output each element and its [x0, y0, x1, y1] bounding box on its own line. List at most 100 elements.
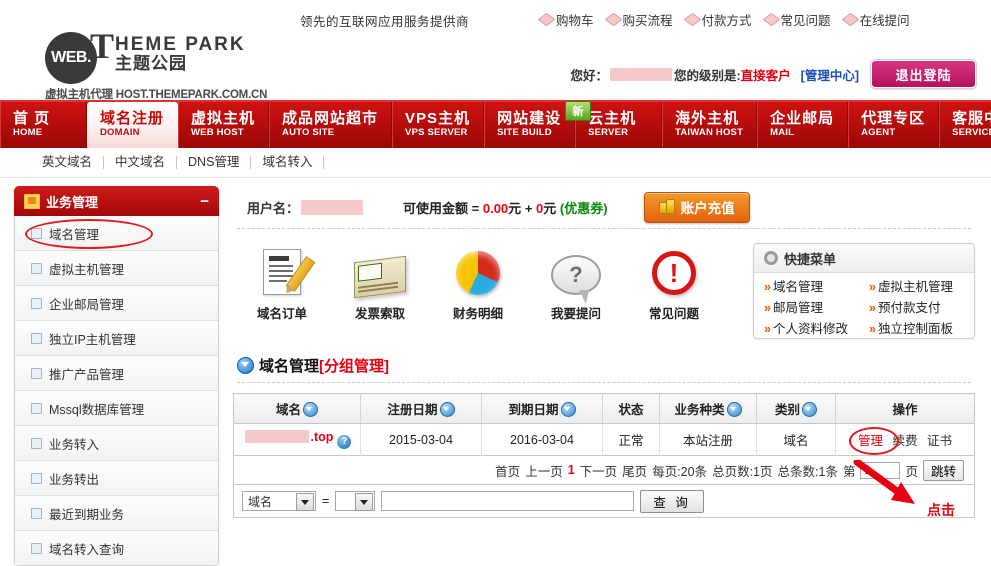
pager-jump-button[interactable]: 跳转	[923, 460, 964, 481]
pager-last[interactable]: 尾页	[622, 461, 647, 480]
pager-prev[interactable]: 上一页	[525, 461, 563, 480]
pager-first[interactable]: 首页	[495, 461, 520, 480]
chevron-down-icon[interactable]	[296, 493, 314, 511]
nav-label-cn: 企业邮局	[770, 111, 834, 127]
subnav-item-domain-transfer-in[interactable]: 域名转入	[251, 156, 324, 169]
nav-label-cn: VPS主机	[405, 111, 470, 127]
top-utility-nav: 购物车 购买流程 付款方式 常见问题 在线提问	[535, 10, 916, 29]
quick-link-prepaid-payment[interactable]: »预付款支付	[869, 298, 974, 319]
col-kind[interactable]: 业务种类	[660, 394, 757, 424]
shortcut-faq[interactable]: ! 常见问题	[625, 243, 723, 339]
search-operator-select[interactable]	[335, 491, 375, 511]
sort-icon[interactable]	[440, 402, 455, 417]
shortcut-ask-question[interactable]: ? 我要提问	[527, 243, 625, 339]
search-operator-label: =	[322, 494, 329, 508]
col-domain[interactable]: 域名	[234, 394, 361, 424]
sidebar-item-expiring-soon[interactable]: 最近到期业务	[15, 496, 218, 531]
collapse-toggle[interactable]: −	[200, 193, 209, 210]
search-input[interactable]	[381, 491, 634, 511]
sidebar-item-dedicated-ip-manage[interactable]: 独立IP主机管理	[15, 321, 218, 356]
question-bubble-icon: ?	[551, 243, 601, 295]
top-link-faq[interactable]: 常见问题	[760, 10, 837, 29]
chevron-down-icon	[237, 357, 254, 374]
quick-menu-title: 快捷菜单	[784, 249, 836, 268]
top-link-payment[interactable]: 付款方式	[681, 10, 758, 29]
sidebar-title: 业务管理	[46, 192, 98, 211]
quick-link-control-panel[interactable]: »独立控制面板	[869, 319, 974, 340]
list-bullet-icon	[31, 333, 42, 344]
action-certificate-link[interactable]: 证书	[927, 434, 952, 448]
sidebar-item-mssql-manage[interactable]: Mssql数据库管理	[15, 391, 218, 426]
action-manage-link[interactable]: 管理	[858, 434, 883, 448]
col-exp-date[interactable]: 到期日期	[482, 394, 603, 424]
sidebar-item-transfer-query[interactable]: 域名转入查询	[15, 531, 218, 565]
top-link-cart[interactable]: 购物车	[535, 10, 600, 29]
divider-section	[237, 382, 971, 383]
shortcut-domain-order[interactable]: 域名订单	[233, 243, 331, 339]
balance-display: 可使用金额 = 0.00元 + 0元 (优惠券)	[403, 198, 608, 217]
col-category[interactable]: 类别	[757, 394, 836, 424]
site-slogan: 领先的互联网应用服务提供商	[300, 11, 469, 30]
subnav-item-dns-manage[interactable]: DNS管理	[177, 156, 251, 169]
chevron-down-icon[interactable]	[355, 493, 373, 511]
nav-item-domain[interactable]: 域名注册 DOMAIN	[87, 102, 178, 148]
nav-item-service[interactable]: 客服中心 SERVICE	[939, 102, 991, 148]
pager-goto-input[interactable]	[860, 462, 900, 479]
site-logo[interactable]: WEB. T HEME PARK 主题公园 虚拟主机代理 HOST.THEMEP…	[45, 32, 285, 94]
top-link-online-ask[interactable]: 在线提问	[839, 10, 916, 29]
group-manage-link[interactable]: [分组管理]	[319, 355, 389, 376]
nav-item-site-build[interactable]: 网站建设 SITE BUILD	[484, 102, 575, 148]
nav-item-mail[interactable]: 企业邮局 MAIL	[757, 102, 848, 148]
nav-item-vps-server[interactable]: VPS主机 VPS SERVER	[392, 102, 484, 148]
sort-icon[interactable]	[727, 402, 742, 417]
sidebar-item-mail-manage[interactable]: 企业邮局管理	[15, 286, 218, 321]
tag-icon	[683, 13, 701, 26]
section-title: 域名管理 [分组管理]	[233, 355, 975, 376]
sidebar-item-transfer-out[interactable]: 业务转出	[15, 461, 218, 496]
col-reg-date[interactable]: 注册日期	[361, 394, 482, 424]
pager-goto-prefix: 第	[843, 461, 856, 480]
pager-next[interactable]: 下一页	[580, 461, 618, 480]
logout-button[interactable]: 退出登陆	[871, 60, 976, 88]
sidebar-item-transfer-in[interactable]: 业务转入	[15, 426, 218, 461]
cell-domain[interactable]: .top?	[234, 424, 361, 456]
nav-label-en: SERVICE	[952, 128, 991, 139]
quick-link-profile-edit[interactable]: »个人资料修改	[764, 319, 869, 340]
shortcut-invoice-request[interactable]: 发票索取	[331, 243, 429, 339]
page-root: 领先的互联网应用服务提供商 购物车 购买流程 付款方式 常见问题 在线提问 WE…	[0, 0, 991, 552]
top-link-label: 购物车	[556, 10, 594, 29]
top-link-purchase-flow[interactable]: 购买流程	[602, 10, 679, 29]
nav-item-taiwan-host[interactable]: 海外主机 TAIWAN HOST	[662, 102, 757, 148]
search-field-select[interactable]: 域名	[242, 491, 316, 511]
tag-icon	[841, 13, 859, 26]
sort-icon[interactable]	[561, 402, 576, 417]
search-field-value: 域名	[248, 493, 272, 510]
subnav-item-chinese-domain[interactable]: 中文域名	[104, 156, 177, 169]
nav-item-auto-site[interactable]: 成品网站超市 AUTO SITE	[269, 102, 392, 148]
quick-link-domain-manage[interactable]: »域名管理	[764, 277, 869, 298]
nav-item-web-host[interactable]: 虚拟主机 WEB HOST	[178, 102, 269, 148]
nav-item-agent[interactable]: 代理专区 AGENT	[848, 102, 939, 148]
nav-item-home[interactable]: 首 页 HOME	[0, 102, 87, 148]
recharge-button[interactable]: 账户充值	[644, 192, 750, 223]
sidebar-item-web-host-manage[interactable]: 虚拟主机管理	[15, 251, 218, 286]
quick-link-mail-manage[interactable]: »邮局管理	[764, 298, 869, 319]
username-label: 用户名：	[247, 198, 299, 217]
sort-icon[interactable]	[303, 402, 318, 417]
help-icon[interactable]: ?	[337, 435, 351, 449]
quick-link-web-host-manage[interactable]: »虚拟主机管理	[869, 277, 974, 298]
col-actions: 操作	[836, 394, 975, 424]
sidebar-item-label: Mssql数据库管理	[49, 399, 144, 418]
sidebar-item-domain-manage[interactable]: 域名管理	[15, 216, 218, 251]
search-button[interactable]: 查 询	[640, 490, 703, 513]
sidebar-header: 业务管理 −	[14, 186, 219, 216]
sort-icon[interactable]	[802, 402, 817, 417]
quick-menu-header: 快捷菜单	[754, 244, 974, 273]
manage-center-link[interactable]: [管理中心]	[801, 65, 859, 84]
chevron-right-icon: »	[869, 301, 876, 315]
shortcut-finance-detail[interactable]: 财务明细	[429, 243, 527, 339]
subnav-item-english-domain[interactable]: 英文域名	[42, 156, 104, 169]
section-title-text: 域名管理	[259, 355, 319, 376]
coupon-label: (优惠券)	[560, 201, 608, 216]
sidebar-item-promo-product-manage[interactable]: 推广产品管理	[15, 356, 218, 391]
